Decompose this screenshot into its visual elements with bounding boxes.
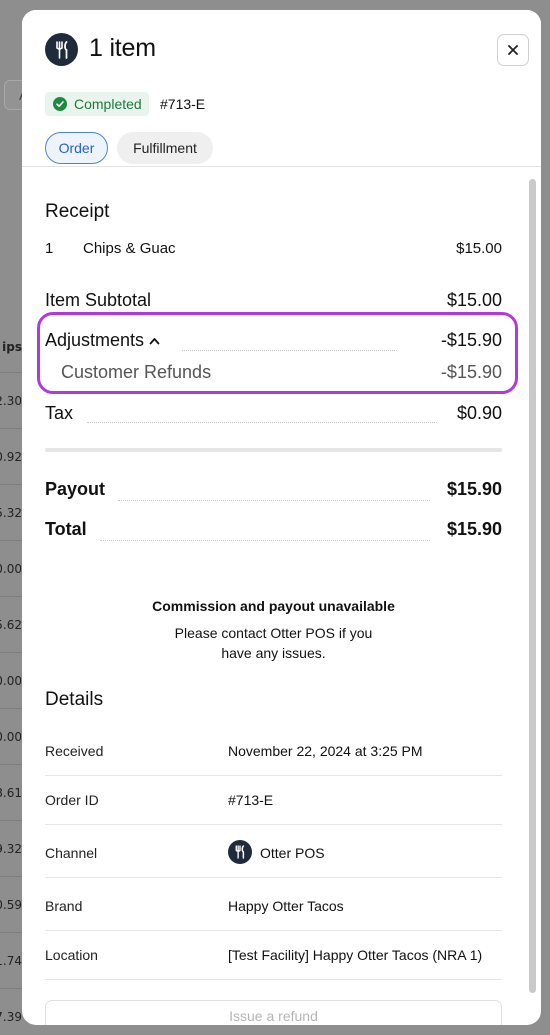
tab-order[interactable]: Order — [45, 132, 108, 164]
background-cell: 9.32 — [0, 842, 22, 856]
background-row-rule — [0, 372, 22, 373]
section-divider — [45, 448, 502, 452]
item-price: $15.00 — [456, 240, 502, 257]
detail-label-channel: Channel — [45, 845, 98, 861]
chevron-up-icon — [149, 337, 160, 344]
dotted-leader — [182, 350, 397, 351]
dotted-leader — [100, 540, 430, 541]
background-row-rule — [0, 820, 22, 821]
detail-divider — [45, 979, 502, 980]
tax-label: Tax — [45, 403, 74, 423]
detail-divider — [45, 775, 502, 776]
background-row-rule — [0, 540, 22, 541]
check-circle-icon — [53, 97, 67, 111]
detail-label-location: Location — [45, 947, 98, 963]
background-cell: 0.00 — [0, 674, 22, 688]
background-row-rule — [0, 652, 22, 653]
item-name: Chips & Guac — [83, 240, 176, 257]
background-cell: 2.30 — [0, 394, 22, 408]
background-row-rule — [0, 484, 22, 485]
detail-divider — [45, 877, 502, 878]
status-label: Completed — [74, 96, 142, 112]
background-cell: 0.59 — [0, 898, 22, 912]
background-cell: 1.74 — [0, 954, 22, 968]
close-button[interactable] — [497, 34, 529, 66]
detail-label-order-id: Order ID — [45, 792, 99, 808]
details-heading: Details — [45, 689, 104, 710]
detail-value-order-id: #713-E — [228, 792, 274, 808]
order-number: #713-E — [160, 96, 206, 112]
detail-label-brand: Brand — [45, 898, 83, 914]
notice-title: Commission and payout unavailable — [152, 598, 395, 614]
background-cell: 0.92 — [0, 450, 22, 464]
customer-refunds-value: -$15.90 — [440, 362, 502, 382]
scrollbar[interactable] — [529, 179, 536, 993]
modal-header: 1 item Completed #713-E Order Fulfillmen… — [22, 10, 541, 167]
detail-label-received: Received — [45, 743, 104, 759]
background-row-rule — [0, 428, 22, 429]
background-row-rule — [0, 708, 22, 709]
background-cell: 7.39 — [0, 1010, 22, 1024]
tax-value: $0.90 — [456, 403, 502, 423]
background-column-header: ips — [2, 340, 22, 354]
detail-value-channel: Otter POS — [260, 845, 325, 861]
adjustments-toggle[interactable]: Adjustments — [45, 330, 160, 351]
background-row-rule — [0, 596, 22, 597]
dotted-leader — [87, 422, 437, 423]
payout-value: $15.90 — [446, 479, 502, 499]
total-label: Total — [45, 519, 87, 539]
issue-refund-button[interactable]: Issue a refund — [45, 1000, 502, 1025]
adjustments-value: -$15.90 — [440, 330, 502, 350]
detail-value-brand: Happy Otter Tacos — [228, 898, 344, 914]
item-subtotal-label: Item Subtotal — [45, 290, 152, 310]
background-cell: 0.00 — [0, 562, 22, 576]
dotted-leader — [118, 500, 430, 501]
detail-value-received: November 22, 2024 at 3:25 PM — [228, 743, 423, 759]
background-cell: 5.62 — [0, 618, 22, 632]
fork-knife-icon — [55, 40, 67, 59]
tab-fulfillment[interactable]: Fulfillment — [117, 132, 213, 164]
status-badge: Completed — [45, 92, 149, 116]
background-cell: 8.61 — [0, 786, 22, 800]
payout-label: Payout — [45, 479, 106, 499]
fork-knife-icon — [235, 845, 245, 859]
channel-avatar — [228, 840, 252, 864]
item-quantity: 1 — [45, 240, 54, 257]
modal-title: 1 item — [89, 34, 156, 62]
receipt-heading: Receipt — [45, 201, 110, 222]
detail-divider — [45, 930, 502, 931]
background-cell: 0.00 — [0, 730, 22, 744]
customer-refunds-label: Customer Refunds — [61, 362, 212, 382]
notice-body: Please contact Otter POS if you have any… — [174, 625, 373, 661]
background-row-rule — [0, 988, 22, 989]
background-cell: 5.32 — [0, 506, 22, 520]
background-row-rule — [0, 876, 22, 877]
detail-divider — [45, 824, 502, 825]
total-value: $15.90 — [446, 519, 502, 539]
detail-value-location: [Test Facility] Happy Otter Tacos (NRA 1… — [228, 947, 483, 963]
order-details-modal: 1 item Completed #713-E Order Fulfillmen… — [22, 10, 541, 1025]
item-subtotal-value: $15.00 — [446, 290, 502, 310]
background-row-rule — [0, 932, 22, 933]
close-icon — [508, 45, 518, 55]
modal-content: Receipt 1 Chips & Guac $15.00 Item Subto… — [22, 168, 541, 1025]
brand-avatar — [45, 33, 78, 66]
adjustments-label: Adjustments — [45, 330, 145, 350]
background-row-rule — [0, 764, 22, 765]
